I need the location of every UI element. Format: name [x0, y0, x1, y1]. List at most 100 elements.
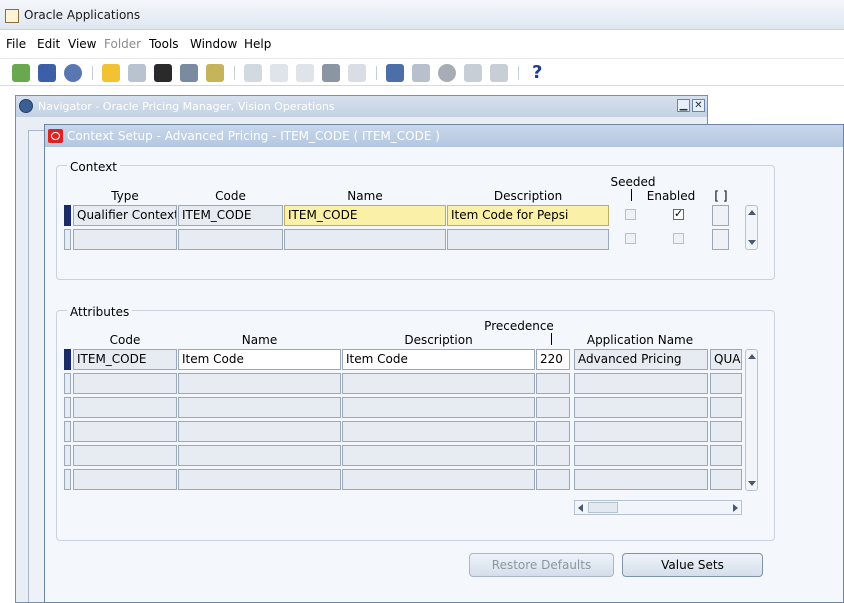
scroll-up-icon[interactable] — [748, 354, 756, 359]
enabled-checkbox[interactable] — [673, 207, 684, 220]
minimize-icon[interactable]: ▁ — [677, 99, 690, 112]
attr-application-field[interactable]: Advanced Pricing — [574, 349, 708, 370]
zoom-icon[interactable] — [412, 64, 430, 82]
row-indicator[interactable] — [64, 349, 71, 370]
attr-precedence-field[interactable] — [536, 397, 570, 418]
context-code-field[interactable] — [178, 229, 283, 250]
context-type-field[interactable] — [73, 229, 177, 250]
folder-tools-icon[interactable] — [490, 64, 508, 82]
attr-precedence-field[interactable]: 220 — [536, 349, 570, 370]
paste-icon[interactable] — [296, 64, 314, 82]
context-description-field[interactable] — [447, 229, 609, 250]
copy-icon[interactable] — [270, 64, 288, 82]
toolbar: ? — [0, 58, 844, 86]
context-code-field[interactable]: ITEM_CODE — [178, 205, 283, 226]
attr-application-field[interactable] — [574, 397, 708, 418]
attr-description-field[interactable] — [342, 373, 535, 394]
switch-responsibility-icon[interactable] — [154, 64, 172, 82]
attr-extra-field[interactable]: QUA — [710, 349, 742, 370]
attributes-vertical-scrollbar[interactable] — [745, 349, 758, 491]
row-indicator[interactable] — [64, 421, 71, 442]
descriptive-flexfield[interactable] — [712, 205, 729, 226]
attr-extra-field[interactable] — [710, 445, 742, 466]
attr-code-field[interactable] — [73, 445, 177, 466]
menu-window[interactable]: Window — [190, 37, 237, 51]
menu-file[interactable]: File — [6, 37, 26, 51]
scroll-thumb[interactable] — [588, 502, 618, 513]
find-icon[interactable] — [38, 64, 56, 82]
enabled-checkbox[interactable] — [673, 233, 684, 244]
clear-record-icon[interactable] — [322, 64, 340, 82]
attr-precedence-field[interactable] — [536, 373, 570, 394]
attr-code-field[interactable] — [73, 421, 177, 442]
row-indicator[interactable] — [64, 445, 71, 466]
row-indicator[interactable] — [64, 229, 71, 250]
context-name-field[interactable] — [284, 229, 446, 250]
scroll-up-icon[interactable] — [748, 210, 756, 215]
scroll-down-icon[interactable] — [748, 481, 756, 486]
descriptive-flexfield[interactable] — [712, 229, 729, 250]
attr-extra-field[interactable] — [710, 469, 742, 490]
row-indicator[interactable] — [64, 373, 71, 394]
context-description-field[interactable]: Item Code for Pepsi — [447, 205, 609, 226]
context-scrollbar[interactable] — [745, 205, 758, 250]
attr-application-field[interactable] — [574, 469, 708, 490]
attr-name-field[interactable]: Item Code — [178, 349, 341, 370]
navigator-icon[interactable] — [64, 64, 82, 82]
save-icon[interactable] — [102, 64, 120, 82]
menu-help[interactable]: Help — [244, 37, 271, 51]
help-icon[interactable]: ? — [532, 62, 542, 83]
attr-application-field[interactable] — [574, 421, 708, 442]
cut-icon[interactable] — [244, 64, 262, 82]
menu-view[interactable]: View — [68, 37, 96, 51]
row-indicator[interactable] — [64, 397, 71, 418]
attr-name-field[interactable] — [178, 469, 341, 490]
scroll-left-icon[interactable] — [578, 504, 583, 512]
next-step-icon[interactable] — [128, 64, 146, 82]
attr-code-field[interactable] — [73, 397, 177, 418]
attr-description-field[interactable]: Item Code — [342, 349, 535, 370]
attr-precedence-field[interactable] — [536, 445, 570, 466]
attr-extra-field[interactable] — [710, 421, 742, 442]
attr-description-field[interactable] — [342, 397, 535, 418]
attr-extra-field[interactable] — [710, 397, 742, 418]
menu-tools[interactable]: Tools — [149, 37, 179, 51]
restore-defaults-button[interactable]: Restore Defaults — [469, 553, 614, 577]
attr-application-field[interactable] — [574, 445, 708, 466]
scroll-right-icon[interactable] — [733, 504, 738, 512]
attr-code-field[interactable]: ITEM_CODE — [73, 349, 177, 370]
context-type-field[interactable]: Qualifier Context — [73, 205, 177, 226]
attr-application-field[interactable] — [574, 373, 708, 394]
attr-precedence-field[interactable] — [536, 421, 570, 442]
attr-code-field[interactable] — [73, 469, 177, 490]
row-indicator[interactable] — [64, 469, 71, 490]
close-icon[interactable]: ✕ — [692, 99, 705, 112]
attr-code-field[interactable] — [73, 373, 177, 394]
attr-name-field[interactable] — [178, 373, 341, 394]
attributes-horizontal-scrollbar[interactable] — [574, 500, 742, 515]
attr-name-field[interactable] — [178, 397, 341, 418]
new-record-icon[interactable] — [12, 64, 30, 82]
context-name-field[interactable]: ITEM_CODE — [284, 205, 446, 226]
menu-edit[interactable]: Edit — [37, 37, 60, 51]
attr-extra-field[interactable] — [710, 373, 742, 394]
translations-icon[interactable] — [438, 64, 456, 82]
attr-precedence-field[interactable] — [536, 469, 570, 490]
value-sets-button[interactable]: Value Sets — [622, 553, 763, 577]
close-form-icon[interactable] — [206, 64, 224, 82]
attr-application-header: Application Name — [586, 333, 694, 347]
edit-field-icon[interactable] — [386, 64, 404, 82]
seeded-checkbox[interactable] — [625, 233, 636, 244]
delete-icon[interactable] — [348, 64, 366, 82]
attr-name-field[interactable] — [178, 445, 341, 466]
attr-description-field[interactable] — [342, 421, 535, 442]
seeded-checkbox[interactable] — [625, 209, 636, 220]
print-icon[interactable] — [180, 64, 198, 82]
attr-description-field[interactable] — [342, 469, 535, 490]
attr-name-field[interactable] — [178, 421, 341, 442]
row-indicator[interactable] — [64, 205, 71, 226]
menu-folder[interactable]: Folder — [104, 37, 141, 51]
attr-description-field[interactable] — [342, 445, 535, 466]
attachments-icon[interactable] — [464, 64, 482, 82]
scroll-down-icon[interactable] — [748, 240, 756, 245]
